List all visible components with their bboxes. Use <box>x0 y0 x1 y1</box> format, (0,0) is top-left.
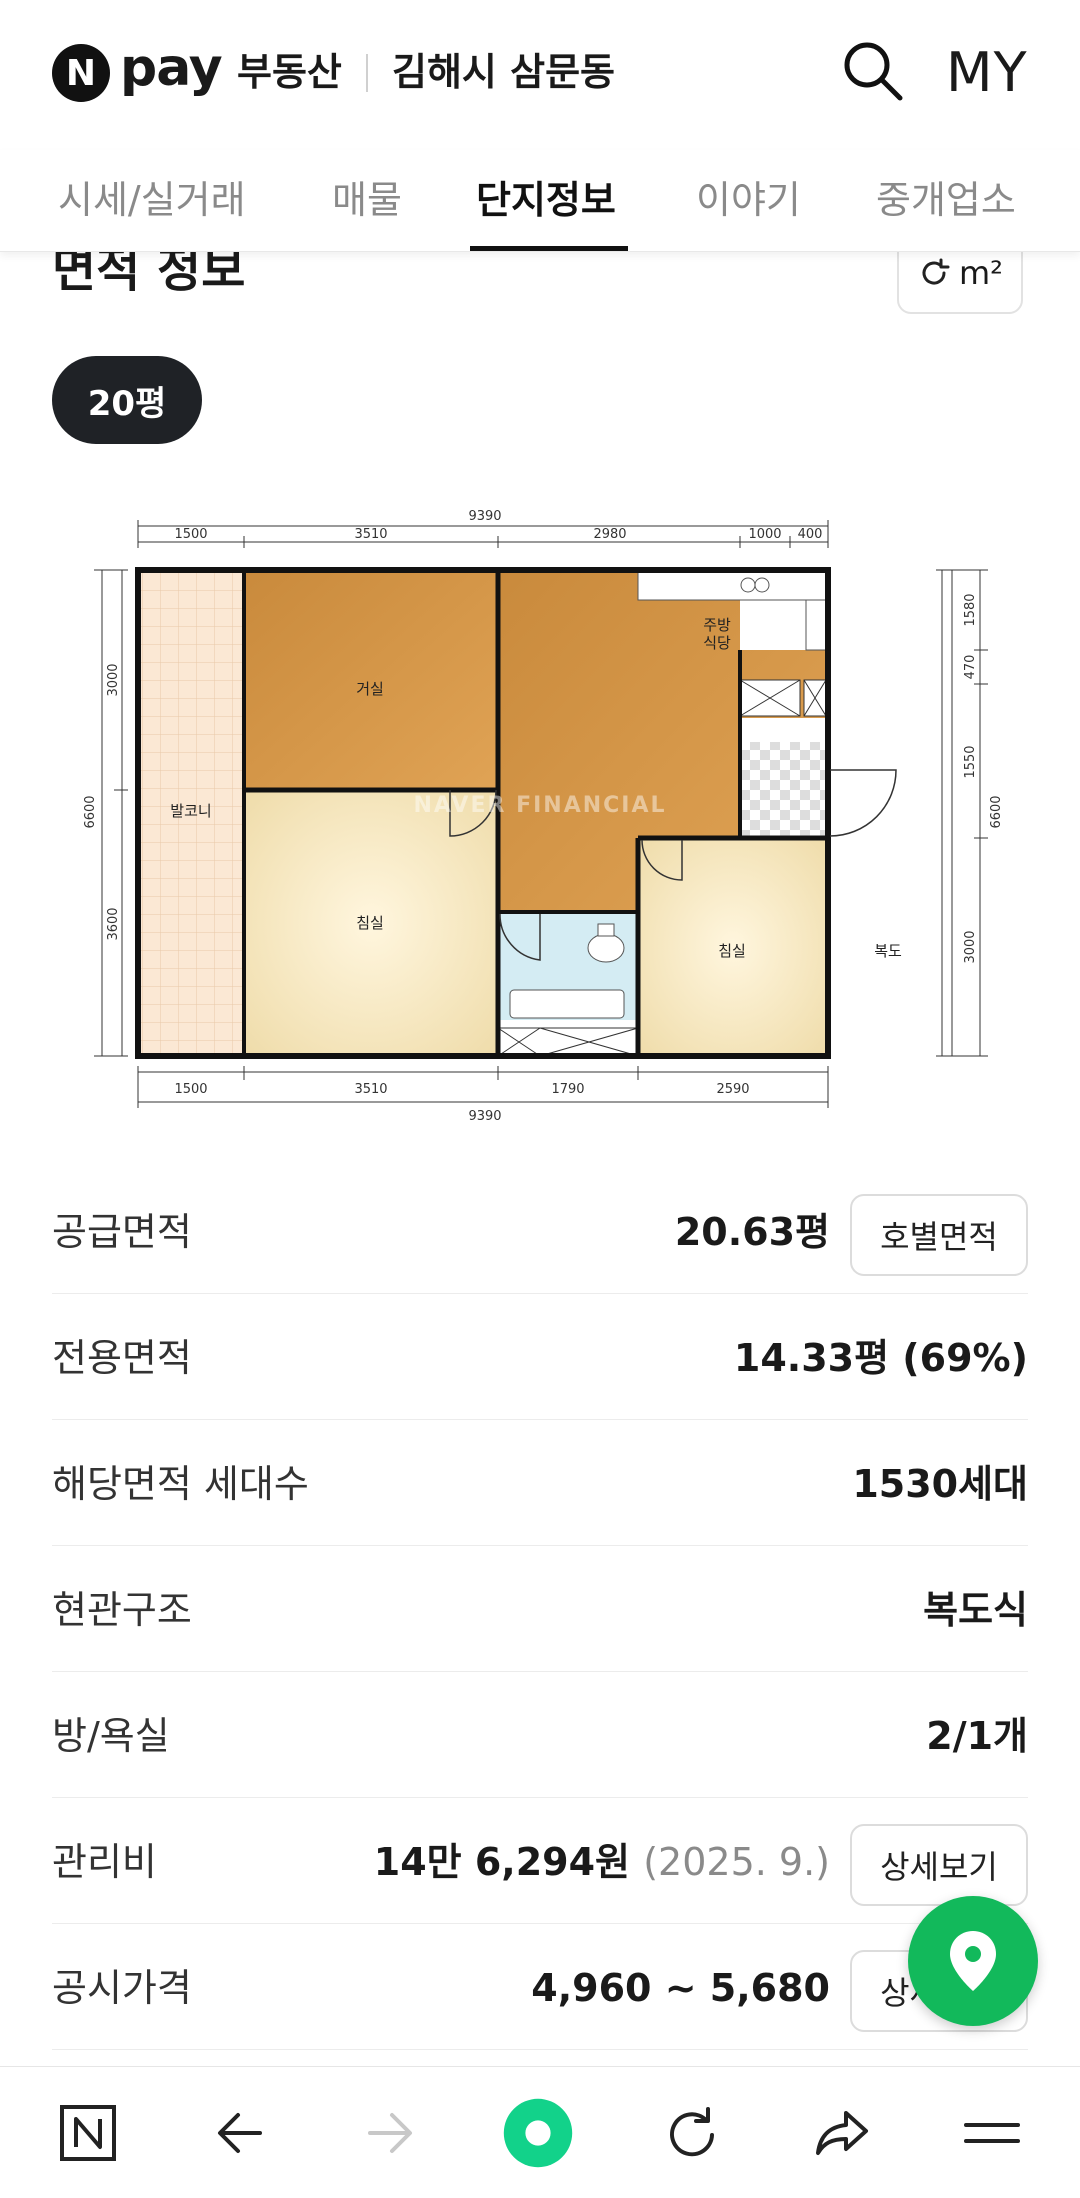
tab-complex-info[interactable]: 단지정보 <box>476 168 616 232</box>
room-living-label: 거실 <box>356 680 384 698</box>
brand-divider <box>366 54 368 92</box>
dim-bottom-2: 3510 <box>354 1082 387 1097</box>
room-kitchen-label-1: 주방 <box>703 616 731 634</box>
room-corridor-label: 복도 <box>874 942 902 960</box>
dim-right-total: 6600 <box>989 795 1004 828</box>
info-row-rooms: 방/욕실 2/1개 <box>52 1672 1028 1798</box>
unit-area-button[interactable]: 호별면적 <box>850 1194 1028 1276</box>
back-arrow-icon[interactable] <box>204 2097 276 2169</box>
supply-value: 20.63평 <box>674 1210 830 1254</box>
room-kitchen-label-2: 식당 <box>703 634 731 652</box>
green-dot-home-icon[interactable] <box>502 2097 574 2169</box>
dim-left-1: 3000 <box>106 663 121 696</box>
naver-home-icon[interactable] <box>52 2097 124 2169</box>
dim-right-2: 470 <box>963 655 978 680</box>
tab-listings[interactable]: 매물 <box>332 168 402 232</box>
logo-letter: N <box>65 52 97 94</box>
dim-bottom-total: 9390 <box>468 1109 501 1124</box>
tab-stories[interactable]: 이야기 <box>696 168 801 232</box>
rooms-label: 방/욕실 <box>52 1714 170 1758</box>
price-value: 4,960 ~ 5,680 <box>531 1966 830 2010</box>
dim-top-5: 400 <box>798 527 823 542</box>
dim-right-1: 1580 <box>963 593 978 626</box>
info-row-supply: 공급면적 20.63평 호별면적 <box>52 1168 1028 1294</box>
active-tab-indicator <box>470 246 628 251</box>
room-balcony-label: 발코니 <box>170 802 211 820</box>
area-info-list: 공급면적 20.63평 호별면적 전용면적 14.33평 (69%) 해당면적 … <box>52 1168 1028 2050</box>
dim-top-1: 1500 <box>174 527 207 542</box>
dim-right-4: 3000 <box>963 930 978 963</box>
size-chip-20[interactable]: 20평 <box>52 356 202 444</box>
dim-top-4: 1000 <box>748 527 781 542</box>
room-bedroom1-label: 침실 <box>356 914 384 932</box>
fee-date: (2025. 9.) <box>643 1840 830 1884</box>
dim-bottom-3: 1790 <box>551 1082 584 1097</box>
price-label: 공시가격 <box>52 1966 192 2010</box>
dim-bottom-1: 1500 <box>174 1082 207 1097</box>
tab-bar: 시세/실거래 매물 단지정보 이야기 중개업소 <box>0 150 1080 252</box>
menu-icon[interactable] <box>956 2097 1028 2169</box>
entrance-value: 복도식 <box>923 1588 1028 1632</box>
location-pin-icon <box>950 1931 996 1991</box>
exclusive-value: 14.33평 (69%) <box>733 1336 1028 1380</box>
rooms-value: 2/1개 <box>926 1714 1028 1758</box>
fee-value: 14만 6,294원 <box>373 1840 630 1884</box>
refresh-icon <box>922 258 950 285</box>
room-bedroom2-label: 침실 <box>718 942 746 960</box>
fee-label: 관리비 <box>52 1840 157 1884</box>
location-title[interactable]: 김해시 삼문동 <box>392 46 615 98</box>
pay-logo[interactable]: pay <box>120 38 223 98</box>
brand-title[interactable]: 부동산 <box>237 46 342 98</box>
watermark: NAVER FINANCIAL <box>413 793 666 818</box>
dim-right-3: 1550 <box>963 745 978 778</box>
entrance-label: 현관구조 <box>52 1588 192 1632</box>
dim-bottom-4: 2590 <box>716 1082 749 1097</box>
refresh-icon[interactable] <box>656 2097 728 2169</box>
share-icon[interactable] <box>806 2097 878 2169</box>
tab-agencies[interactable]: 중개업소 <box>876 168 1016 232</box>
households-label: 해당면적 세대수 <box>52 1462 309 1506</box>
fee-value-wrap: 14만 6,294원 (2025. 9.) <box>374 1834 830 1890</box>
info-row-households: 해당면적 세대수 1530세대 <box>52 1420 1028 1546</box>
info-row-exclusive: 전용면적 14.33평 (69%) <box>52 1294 1028 1420</box>
floor-plan: 9390 1500 3510 2980 1000 400 거실 주방 식당 발코… <box>83 509 1004 1124</box>
info-row-entrance: 현관구조 복도식 <box>52 1546 1028 1672</box>
supply-label: 공급면적 <box>52 1210 192 1254</box>
info-row-price: 공시가격 4,960 ~ 5,680 상세보기 <box>52 1924 1028 2050</box>
info-row-fee: 관리비 14만 6,294원 (2025. 9.) 상세보기 <box>52 1798 1028 1924</box>
households-value: 1530세대 <box>852 1462 1028 1506</box>
my-button[interactable]: MY <box>946 40 1028 106</box>
dim-top-3: 2980 <box>593 527 626 542</box>
tab-price[interactable]: 시세/실거래 <box>58 168 246 232</box>
forward-arrow-icon[interactable] <box>354 2097 426 2169</box>
dim-left-total: 6600 <box>83 795 98 828</box>
unit-label: m² <box>959 254 1003 292</box>
browser-bottom-nav <box>0 2066 1080 2198</box>
fee-detail-button[interactable]: 상세보기 <box>850 1824 1028 1906</box>
app-header: N pay 부동산 김해시 삼문동 MY <box>0 0 1080 150</box>
exclusive-label: 전용면적 <box>52 1336 192 1380</box>
map-location-button[interactable] <box>908 1896 1038 2026</box>
naver-logo-icon[interactable]: N <box>52 44 110 102</box>
search-icon[interactable] <box>840 38 906 104</box>
dim-top-2: 3510 <box>354 527 387 542</box>
dim-left-2: 3600 <box>106 907 121 940</box>
dim-top-total: 9390 <box>468 509 501 524</box>
